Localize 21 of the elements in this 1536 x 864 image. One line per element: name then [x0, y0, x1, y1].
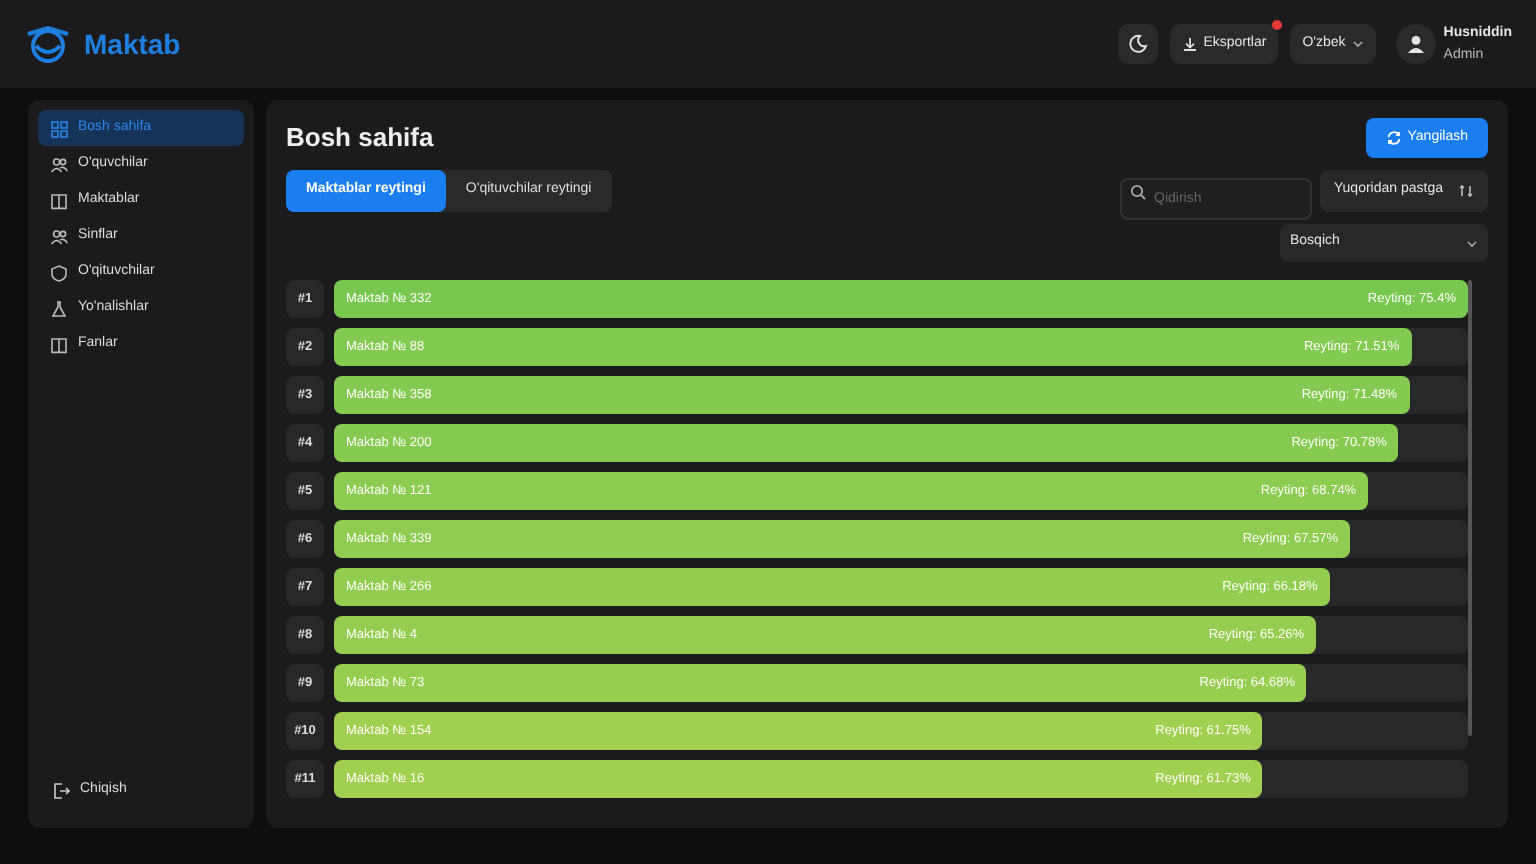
chevron-down-icon	[1351, 40, 1364, 48]
search-icon	[1130, 183, 1146, 199]
sort-arrows-icon	[1458, 184, 1474, 198]
book-icon	[50, 335, 68, 353]
moon-icon	[1127, 34, 1148, 54]
logout-icon	[52, 781, 70, 799]
grid-icon	[50, 119, 68, 137]
refresh-icon	[1385, 130, 1402, 146]
brand-name: Maktab	[84, 25, 181, 63]
scrollbar[interactable]	[1468, 280, 1472, 736]
users-icon	[50, 227, 68, 245]
avatar-icon[interactable]	[1395, 24, 1436, 64]
flask-icon	[50, 299, 68, 317]
download-icon	[1181, 36, 1198, 52]
theme-toggle-button[interactable]	[1117, 24, 1158, 64]
logo-icon	[24, 24, 72, 64]
page-title: Bosh sahifa	[286, 120, 434, 157]
chevron-down-icon	[1466, 239, 1478, 247]
shield-icon	[50, 263, 68, 281]
users-icon	[50, 155, 68, 173]
book-icon	[50, 191, 68, 209]
